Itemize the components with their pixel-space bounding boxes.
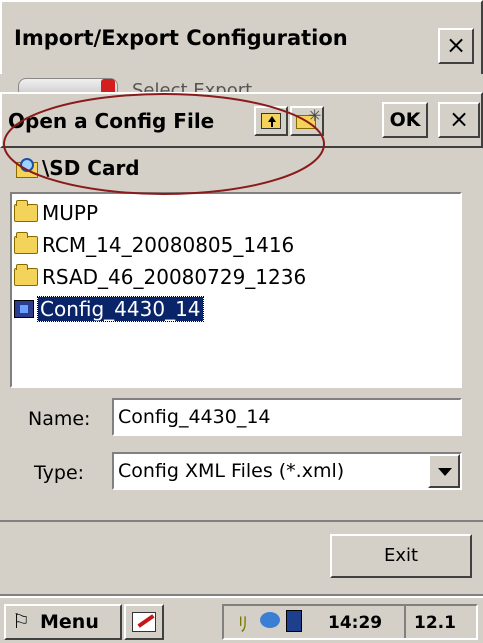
start-menu-button[interactable]: ⚐ Menu (4, 604, 122, 640)
folder-icon (14, 264, 38, 286)
window-title: Import/Export Configuration (14, 26, 348, 50)
up-folder-button[interactable] (254, 106, 288, 136)
system-tray: ﾘ 14:29 12.1 (222, 604, 478, 640)
sparkle-icon: ✳ (308, 106, 322, 125)
config-file-icon (14, 300, 34, 318)
sync-icon[interactable]: ﾘ (238, 608, 248, 637)
hidden-row: Select Export ... (0, 74, 483, 94)
folder-icon (14, 232, 38, 254)
type-label: Type: (34, 462, 85, 484)
file-name: RSAD_46_20080729_1236 (42, 265, 307, 289)
name-label: Name: (28, 408, 91, 430)
new-folder-button[interactable]: ✳ (290, 106, 324, 136)
ok-button[interactable]: OK (382, 102, 428, 138)
pen-icon (132, 612, 156, 632)
menu-label: Menu (40, 611, 99, 633)
search-folder-icon (14, 156, 38, 178)
list-item[interactable]: MUPP (14, 198, 98, 228)
battery-readout[interactable]: 12.1 (414, 613, 456, 633)
dialog-body: \SD Card MUPP RCM_14_20080805_1416 RSAD_… (0, 148, 483, 520)
file-name: Config_4430_14 (37, 296, 204, 322)
folder-icon (14, 200, 38, 222)
exit-button[interactable]: Exit (330, 534, 472, 578)
file-name: MUPP (42, 201, 99, 225)
list-item[interactable]: RSAD_46_20080729_1236 (14, 262, 306, 292)
dialog-title: Open a Config File (8, 109, 215, 133)
storage-card-icon[interactable] (286, 610, 302, 632)
taskbar: ⚐ Menu ﾘ 14:29 12.1 (0, 596, 483, 643)
network-icon[interactable] (260, 612, 280, 628)
list-item-selected[interactable]: Config_4430_14 (14, 294, 204, 324)
window-close-button[interactable]: × (438, 28, 474, 64)
task-button[interactable] (124, 604, 164, 640)
file-name: RCM_14_20080805_1416 (42, 233, 295, 257)
name-field-value: Config_4430_14 (118, 406, 271, 428)
type-dropdown[interactable]: Config XML Files (*.xml) (112, 452, 462, 490)
window-title-bar: Import/Export Configuration × (0, 0, 483, 84)
name-field[interactable]: Config_4430_14 (112, 398, 462, 436)
windows-flag-icon: ⚐ (12, 609, 30, 633)
clock[interactable]: 14:29 (328, 613, 382, 633)
dropdown-arrow-button[interactable] (428, 454, 460, 488)
dialog-title-bar: Open a Config File ✳ OK × (0, 92, 483, 148)
list-item[interactable]: RCM_14_20080805_1416 (14, 230, 294, 260)
up-folder-icon (261, 113, 281, 129)
chevron-down-icon (438, 468, 452, 476)
bottom-panel: Exit (0, 522, 483, 594)
current-path: \SD Card (42, 156, 140, 180)
divider (404, 606, 406, 638)
type-dropdown-value: Config XML Files (*.xml) (118, 460, 345, 482)
file-list[interactable]: MUPP RCM_14_20080805_1416 RSAD_46_200807… (10, 192, 462, 388)
dialog-close-button[interactable]: × (438, 102, 480, 138)
